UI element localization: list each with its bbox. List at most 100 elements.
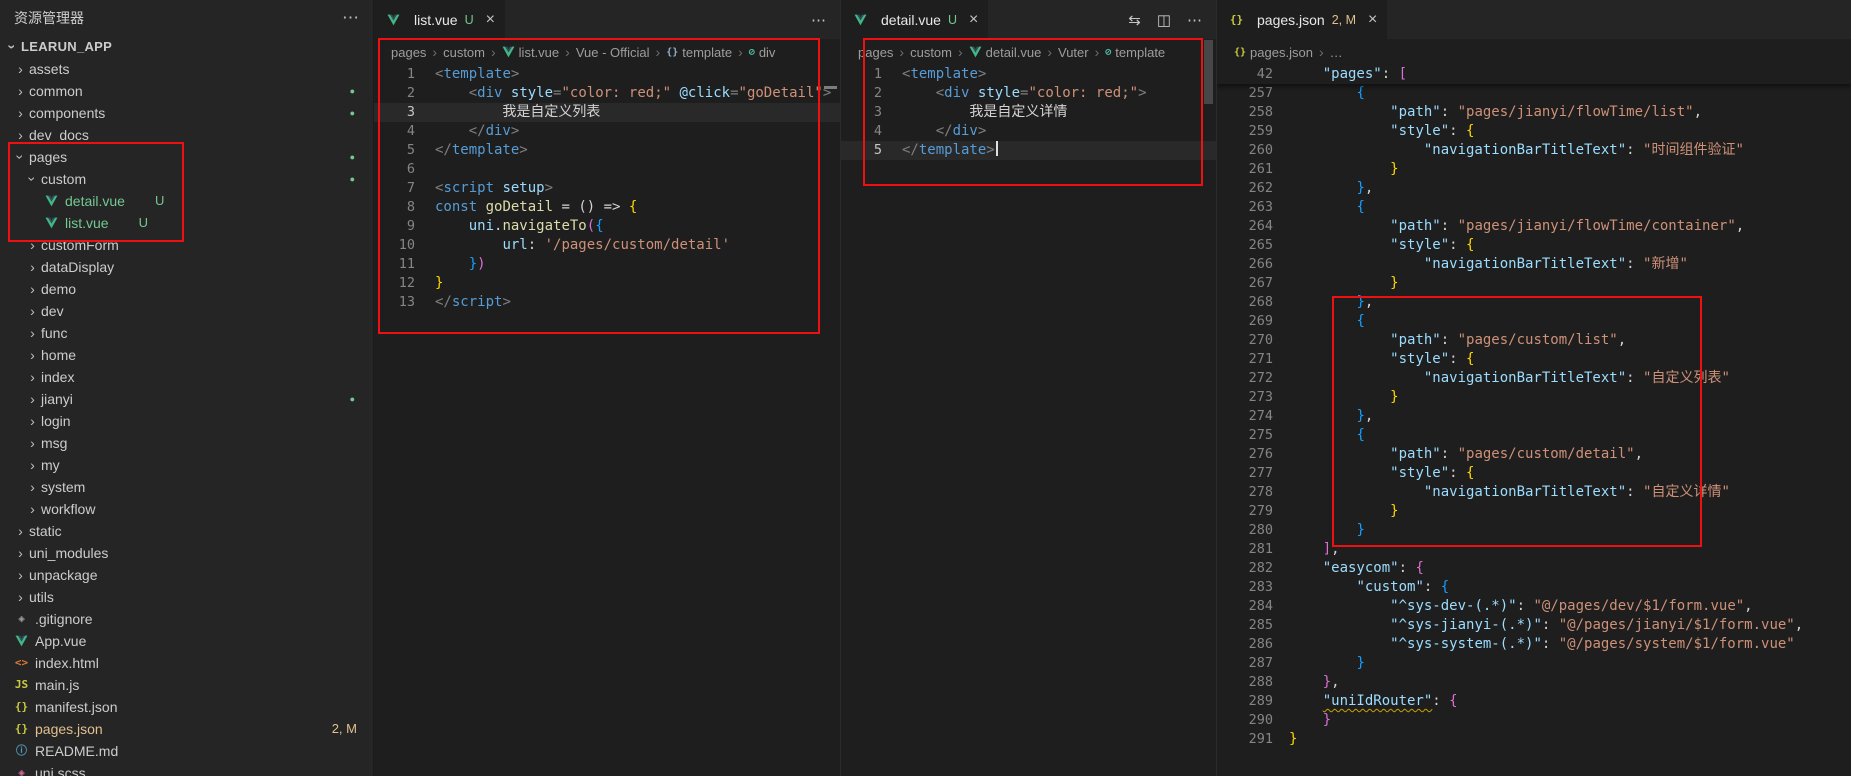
tree-folder-unpackage[interactable]: ›unpackage xyxy=(0,564,373,586)
code-line-4[interactable]: 4 </div> xyxy=(841,122,1216,141)
breadcrumb-item-custom[interactable]: custom xyxy=(910,45,952,60)
code-line-5[interactable]: 5</template> xyxy=(374,141,840,160)
close-icon[interactable]: × xyxy=(1368,12,1377,28)
tab-detail-vue[interactable]: detail.vueU× xyxy=(841,0,989,39)
code-line-277[interactable]: 277 "style": { xyxy=(1217,464,1851,483)
code-line-274[interactable]: 274 }, xyxy=(1217,407,1851,426)
code-line-270[interactable]: 270 "path": "pages/custom/list", xyxy=(1217,331,1851,350)
code-line-4[interactable]: 4 </div> xyxy=(374,122,840,141)
tree-folder-datadisplay[interactable]: ›dataDisplay xyxy=(0,256,373,278)
tree-folder-utils[interactable]: ›utils xyxy=(0,586,373,608)
code-line-257[interactable]: 257 { xyxy=(1217,84,1851,103)
tree-item-root[interactable]: ›LEARUN_APP xyxy=(0,36,373,58)
breadcrumb-item-detail-vue[interactable]: detail.vue xyxy=(969,45,1042,60)
scrollbar-thumb[interactable] xyxy=(1204,40,1213,104)
code-line-279[interactable]: 279 } xyxy=(1217,502,1851,521)
breadcrumb-item-div[interactable]: ⊘div xyxy=(749,45,776,60)
breadcrumb-item-pages[interactable]: pages xyxy=(858,45,893,60)
tree-folder-static[interactable]: ›static xyxy=(0,520,373,542)
tree-file-main-js[interactable]: JSmain.js xyxy=(0,674,373,696)
tree-file-readme-md[interactable]: ⓘREADME.md xyxy=(0,740,373,762)
code-line-290[interactable]: 290 } xyxy=(1217,711,1851,730)
tree-file-gitignore[interactable]: ◈.gitignore xyxy=(0,608,373,630)
code-line-259[interactable]: 259 "style": { xyxy=(1217,122,1851,141)
code-line-280[interactable]: 280 } xyxy=(1217,521,1851,540)
code-line-2[interactable]: 2 <div style="color: red;"> xyxy=(841,84,1216,103)
code-line-278[interactable]: 278 "navigationBarTitleText": "自定义详情" xyxy=(1217,483,1851,502)
tree-folder-components[interactable]: ›components● xyxy=(0,102,373,124)
tab-pages-json[interactable]: {}pages.json2, M× xyxy=(1217,0,1388,39)
code-line-285[interactable]: 285 "^sys-jianyi-(.*)": "@/pages/jianyi/… xyxy=(1217,616,1851,635)
code-line-288[interactable]: 288 }, xyxy=(1217,673,1851,692)
breadcrumb-item-custom[interactable]: custom xyxy=(443,45,485,60)
code-line-289[interactable]: 289 "uniIdRouter": { xyxy=(1217,692,1851,711)
tree-folder-customform[interactable]: ›customForm xyxy=(0,234,373,256)
code-line-291[interactable]: 291} xyxy=(1217,730,1851,749)
close-icon[interactable]: × xyxy=(486,12,495,28)
close-icon[interactable]: × xyxy=(969,12,978,28)
tree-file-pages-json[interactable]: {}pages.json2, M xyxy=(0,718,373,740)
code-line-42[interactable]: 42 "pages": [ xyxy=(1217,65,1851,84)
code-line-282[interactable]: 282 "easycom": { xyxy=(1217,559,1851,578)
code-line-260[interactable]: 260 "navigationBarTitleText": "时间组件验证" xyxy=(1217,141,1851,160)
tree-file-detail-vue[interactable]: detail.vueU xyxy=(0,190,373,212)
breadcrumb-item-pages-json[interactable]: {}pages.json xyxy=(1234,45,1313,60)
code-line-8[interactable]: 8const goDetail = () => { xyxy=(374,198,840,217)
tree-file-app-vue[interactable]: App.vue xyxy=(0,630,373,652)
code-line-273[interactable]: 273 } xyxy=(1217,388,1851,407)
code-line-287[interactable]: 287 } xyxy=(1217,654,1851,673)
code-line-3[interactable]: 3 我是自定义列表 xyxy=(374,103,840,122)
code-line-5[interactable]: 5</template> xyxy=(841,141,1216,160)
code-line-283[interactable]: 283 "custom": { xyxy=(1217,578,1851,597)
more-actions-icon[interactable]: ⋯ xyxy=(811,11,826,29)
code-line-263[interactable]: 263 { xyxy=(1217,198,1851,217)
tree-folder-assets[interactable]: ›assets xyxy=(0,58,373,80)
tree-folder-system[interactable]: ›system xyxy=(0,476,373,498)
tree-folder-pages[interactable]: ›pages● xyxy=(0,146,373,168)
tree-file-index-html[interactable]: <>index.html xyxy=(0,652,373,674)
code-line-269[interactable]: 269 { xyxy=(1217,312,1851,331)
code-line-284[interactable]: 284 "^sys-dev-(.*)": "@/pages/dev/$1/for… xyxy=(1217,597,1851,616)
code-line-6[interactable]: 6 xyxy=(374,160,840,179)
code-line-267[interactable]: 267 } xyxy=(1217,274,1851,293)
tree-folder-msg[interactable]: ›msg xyxy=(0,432,373,454)
code-line-261[interactable]: 261 } xyxy=(1217,160,1851,179)
tree-folder-demo[interactable]: ›demo xyxy=(0,278,373,300)
code-line-7[interactable]: 7<script setup> xyxy=(374,179,840,198)
tree-file-list-vue[interactable]: list.vueU xyxy=(0,212,373,234)
tree-folder-jianyi[interactable]: ›jianyi● xyxy=(0,388,373,410)
code-line-272[interactable]: 272 "navigationBarTitleText": "自定义列表" xyxy=(1217,369,1851,388)
code-line-11[interactable]: 11 }) xyxy=(374,255,840,274)
code-line-286[interactable]: 286 "^sys-system-(.*)": "@/pages/system/… xyxy=(1217,635,1851,654)
tree-file-manifest-json[interactable]: {}manifest.json xyxy=(0,696,373,718)
code-editor[interactable]: 1<template>2 <div style="color: red;" @c… xyxy=(374,65,840,312)
code-line-266[interactable]: 266 "navigationBarTitleText": "新增" xyxy=(1217,255,1851,274)
code-line-12[interactable]: 12} xyxy=(374,274,840,293)
tree-folder-dev-docs[interactable]: ›dev_docs xyxy=(0,124,373,146)
tree-folder-func[interactable]: ›func xyxy=(0,322,373,344)
code-line-276[interactable]: 276 "path": "pages/custom/detail", xyxy=(1217,445,1851,464)
tree-folder-workflow[interactable]: ›workflow xyxy=(0,498,373,520)
split-editor-icon[interactable]: ◫ xyxy=(1157,11,1171,29)
code-editor[interactable]: 1<template>2 <div style="color: red;">3 … xyxy=(841,65,1216,160)
breadcrumb-item-vue-official[interactable]: Vue - Official xyxy=(576,45,650,60)
tree-folder-dev[interactable]: ›dev xyxy=(0,300,373,322)
code-line-1[interactable]: 1<template> xyxy=(374,65,840,84)
more-actions-icon[interactable]: ⋯ xyxy=(1187,11,1202,29)
tab-list-vue[interactable]: list.vueU× xyxy=(374,0,506,39)
tree-folder-custom[interactable]: ›custom● xyxy=(0,168,373,190)
code-line-265[interactable]: 265 "style": { xyxy=(1217,236,1851,255)
tree-file-uni-scss[interactable]: ◈uni.scss xyxy=(0,762,373,776)
breadcrumb-item-template[interactable]: ⊘template xyxy=(1105,45,1165,60)
code-line-1[interactable]: 1<template> xyxy=(841,65,1216,84)
tree-folder-index[interactable]: ›index xyxy=(0,366,373,388)
code-line-281[interactable]: 281 ], xyxy=(1217,540,1851,559)
tree-folder-uni-modules[interactable]: ›uni_modules xyxy=(0,542,373,564)
code-line-258[interactable]: 258 "path": "pages/jianyi/flowTime/list"… xyxy=(1217,103,1851,122)
code-line-271[interactable]: 271 "style": { xyxy=(1217,350,1851,369)
tree-folder-common[interactable]: ›common● xyxy=(0,80,373,102)
code-line-275[interactable]: 275 { xyxy=(1217,426,1851,445)
open-changes-icon[interactable]: ⇆ xyxy=(1128,11,1141,29)
code-line-3[interactable]: 3 我是自定义详情 xyxy=(841,103,1216,122)
code-line-2[interactable]: 2 <div style="color: red;" @click="goDet… xyxy=(374,84,840,103)
